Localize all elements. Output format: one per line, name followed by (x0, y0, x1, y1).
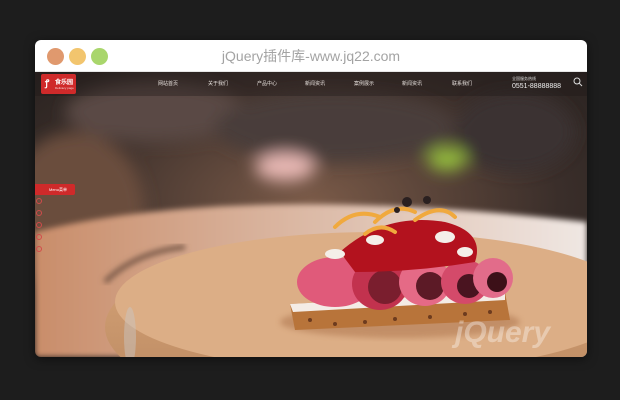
nav-home[interactable]: 网站首页 (158, 80, 178, 87)
sidebar-user-icon[interactable] (36, 210, 42, 216)
search-icon[interactable] (573, 77, 583, 87)
sidebar-cart-icon[interactable] (36, 222, 42, 228)
logo-subtitle: Delicacy page (55, 86, 74, 90)
sidebar-message-icon[interactable] (36, 234, 42, 240)
sidebar-active-item[interactable]: Menu菜单 (35, 184, 75, 195)
window-title: jQuery插件库-www.jq22.com (221, 48, 401, 64)
sidebar-active-label: Menu菜单 (49, 187, 68, 192)
sidebar-top-icon[interactable] (36, 246, 42, 252)
hotline-number: 0551-88888888 (512, 83, 562, 90)
nav-news-2[interactable]: 新闻资讯 (402, 80, 422, 87)
logo-text: 食乐园 (55, 80, 74, 86)
nav-about[interactable]: 关于我们 (208, 80, 228, 87)
hotline-label: 全国服务热线 (512, 76, 536, 81)
nav-news[interactable]: 新闻资讯 (305, 80, 325, 87)
site-logo[interactable]: ꝭ 食乐园 Delicacy page (41, 74, 76, 94)
nav-products[interactable]: 产品中心 (257, 80, 277, 87)
nav-contact[interactable]: 联系我们 (452, 80, 472, 87)
watermark-text: jQuery (451, 316, 551, 349)
logo-icon: ꝭ (45, 78, 50, 88)
top-navigation: ꝭ 食乐园 Delicacy page 网站首页 关于我们 产品中心 新闻资讯 … (35, 72, 587, 96)
browser-window: jQuery插件库-www.jq22.com jQuery ꝭ 食乐园 Deli… (35, 40, 587, 357)
watermark-logo: jQuery (451, 316, 551, 349)
page-content: jQuery ꝭ 食乐园 Delicacy page 网站首页 关于我们 产品中… (35, 72, 587, 357)
sidebar-home-icon[interactable] (36, 198, 42, 204)
hero-food-image: jQuery (35, 72, 587, 357)
nav-cases[interactable]: 案例展示 (354, 80, 374, 87)
title-bar: jQuery插件库-www.jq22.com (35, 40, 587, 72)
